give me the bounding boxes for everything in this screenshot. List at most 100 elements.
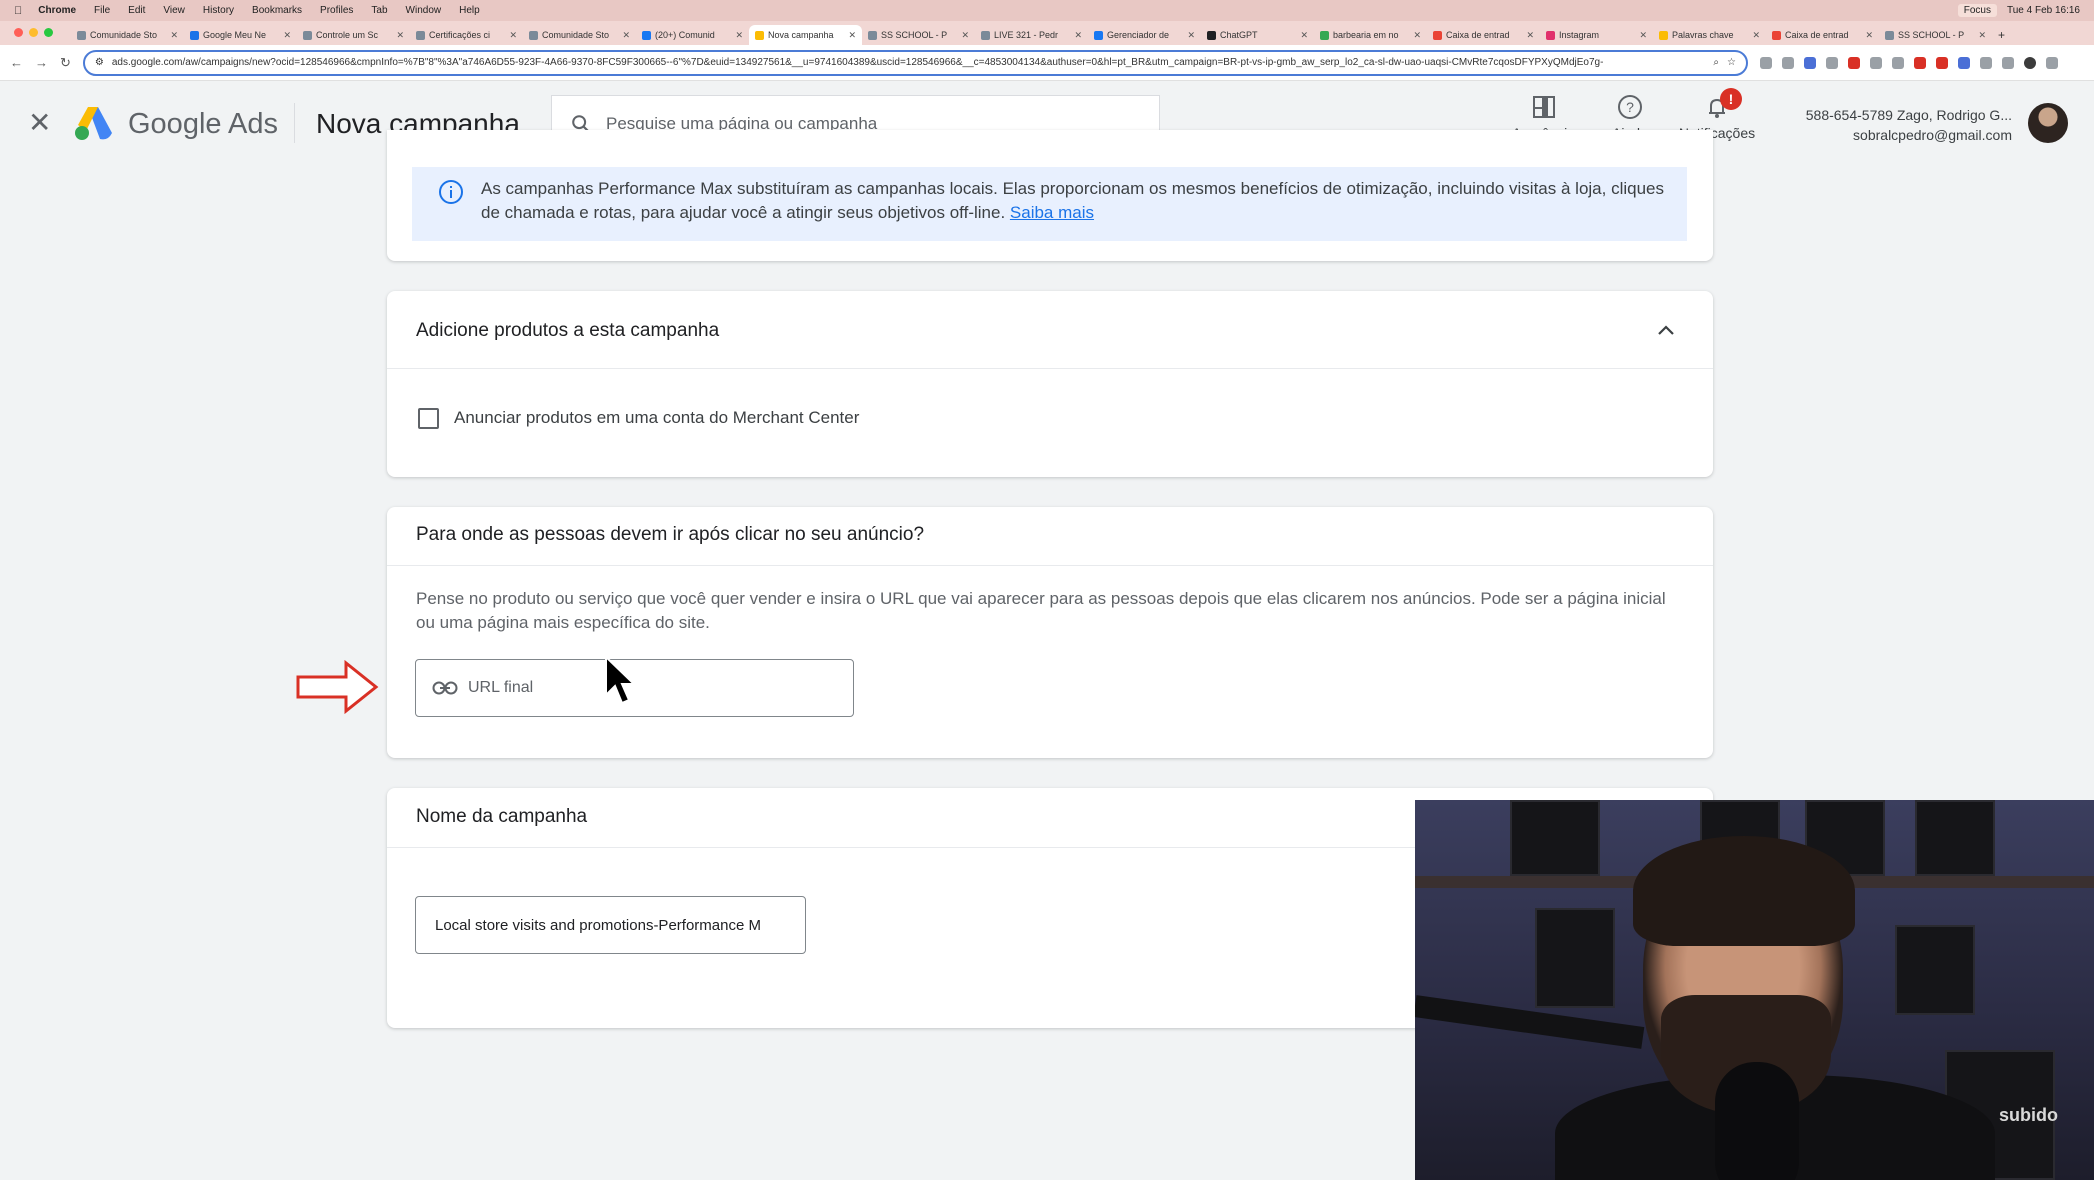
extensions-toolbar — [1759, 56, 2058, 69]
tab-close-icon[interactable]: ✕ — [1300, 30, 1308, 41]
info-icon — [439, 180, 463, 204]
menu-view[interactable]: View — [163, 5, 185, 16]
extension-icon[interactable] — [1957, 56, 1970, 69]
browser-tab[interactable]: (20+) Comunid ✕ — [636, 25, 749, 45]
zoom-icon[interactable]: ⌕ — [1713, 57, 1719, 68]
destination-title: Para onde as pessoas devem ir após clica… — [416, 524, 925, 545]
menu-chrome[interactable]: Chrome — [38, 5, 76, 16]
puzzle-icon[interactable] — [2001, 56, 2014, 69]
menu-edit[interactable]: Edit — [128, 5, 145, 16]
tab-close-icon[interactable]: ✕ — [509, 30, 517, 41]
browser-tab[interactable]: Comunidade Sto ✕ — [523, 25, 636, 45]
site-info-icon[interactable]: ⚙ — [95, 57, 104, 68]
tab-close-icon[interactable]: ✕ — [622, 30, 630, 41]
browser-tab[interactable]: Palavras chave ✕ — [1653, 25, 1766, 45]
extension-icon[interactable] — [1979, 56, 1992, 69]
menu-help[interactable]: Help — [459, 5, 480, 16]
info-text: As campanhas Performance Max substituíra… — [481, 179, 1664, 222]
reload-icon[interactable]: ↻ — [60, 55, 71, 71]
close-window-icon[interactable] — [14, 28, 23, 37]
tab-close-icon[interactable]: ✕ — [1413, 30, 1421, 41]
forward-icon[interactable]: → — [35, 55, 48, 70]
browser-tab[interactable]: SS SCHOOL - P ✕ — [862, 25, 975, 45]
tab-close-icon[interactable]: ✕ — [1074, 30, 1082, 41]
extension-icon[interactable] — [1869, 56, 1882, 69]
close-icon[interactable]: ✕ — [28, 109, 51, 137]
campaign-name-input[interactable]: Local store visits and promotions-Perfor… — [415, 896, 806, 954]
tab-strip: Comunidade Sto ✕ Google Meu Ne ✕ Controle … — [0, 21, 2094, 45]
tab-favicon-icon — [416, 30, 425, 40]
tab-close-icon[interactable]: ✕ — [170, 30, 178, 41]
merchant-center-label: Anunciar produtos em uma conta do Mercha… — [454, 408, 860, 427]
browser-tab[interactable]: Certificações ci ✕ — [410, 25, 523, 45]
microphone — [1715, 1062, 1799, 1180]
browser-tab[interactable]: Caixa de entrad ✕ — [1766, 25, 1879, 45]
chevron-up-icon[interactable] — [1655, 319, 1677, 341]
tab-favicon-icon — [642, 30, 651, 40]
merchant-center-checkbox[interactable] — [418, 408, 439, 429]
profile-icon[interactable] — [2023, 56, 2036, 69]
window-controls — [14, 28, 53, 37]
wall-frame — [1915, 800, 1995, 876]
extension-icon[interactable] — [1825, 56, 1838, 69]
browser-tab[interactable]: Caixa de entrad ✕ — [1427, 25, 1540, 45]
tab-close-icon[interactable]: ✕ — [396, 30, 404, 41]
tab-close-icon[interactable]: ✕ — [1639, 30, 1647, 41]
url-omnibox[interactable]: ⚙ ads.google.com/aw/campaigns/new?ocid=1… — [82, 49, 1748, 76]
red-arrow-icon — [296, 660, 379, 714]
tab-close-icon[interactable]: ✕ — [961, 30, 969, 41]
info-banner: As campanhas Performance Max substituíra… — [412, 167, 1687, 241]
menu-profiles[interactable]: Profiles — [320, 5, 353, 16]
extension-icon[interactable] — [1847, 56, 1860, 69]
new-tab-button[interactable]: + — [1992, 25, 2022, 45]
extension-icon[interactable] — [1913, 56, 1926, 69]
tab-close-icon[interactable]: ✕ — [283, 30, 291, 41]
extension-icon[interactable] — [1803, 56, 1816, 69]
browser-tab[interactable]: ChatGPT ✕ — [1201, 25, 1314, 45]
clock[interactable]: Tue 4 Feb 16:16 — [2007, 5, 2080, 16]
destination-description: Pense no produto ou serviço que você que… — [416, 589, 1666, 632]
account-info[interactable]: 588-654-5789 Zago, Rodrigo G... sobralcp… — [1794, 105, 2012, 145]
browser-tab[interactable]: Instagram ✕ — [1540, 25, 1653, 45]
menu-history[interactable]: History — [203, 5, 234, 16]
tab-close-icon[interactable]: ✕ — [848, 30, 856, 41]
menu-bookmarks[interactable]: Bookmarks — [252, 5, 302, 16]
tab-close-icon[interactable]: ✕ — [1187, 30, 1195, 41]
extension-icon[interactable] — [1781, 56, 1794, 69]
menu-file[interactable]: File — [94, 5, 110, 16]
learn-more-link[interactable]: Saiba mais — [1010, 203, 1094, 222]
webcam-overlay: subido — [1415, 800, 2094, 1180]
browser-tab[interactable]: SS SCHOOL - P ✕ — [1879, 25, 1992, 45]
zoom-window-icon[interactable] — [44, 28, 53, 37]
focus-indicator[interactable]: Focus — [1957, 4, 1997, 17]
minimize-window-icon[interactable] — [29, 28, 38, 37]
extension-icon[interactable] — [1891, 56, 1904, 69]
browser-tab[interactable]: LIVE 321 - Pedr ✕ — [975, 25, 1088, 45]
brand-name: Google Ads — [128, 108, 278, 140]
tab-close-icon[interactable]: ✕ — [1865, 30, 1873, 41]
bookmark-star-icon[interactable]: ☆ — [1727, 57, 1736, 68]
browser-tab[interactable]: Gerenciador de ✕ — [1088, 25, 1201, 45]
avatar[interactable] — [2028, 103, 2068, 143]
menu-window[interactable]: Window — [406, 5, 442, 16]
tab-close-icon[interactable]: ✕ — [1752, 30, 1760, 41]
tab-close-icon[interactable]: ✕ — [1526, 30, 1534, 41]
browser-tab[interactable]: Comunidade Sto ✕ — [71, 25, 184, 45]
appearance-icon — [1532, 96, 1555, 118]
browser-tab[interactable]: Controle um Sc ✕ — [297, 25, 410, 45]
info-card: As campanhas Performance Max substituíra… — [387, 130, 1713, 261]
tab-favicon-icon — [77, 30, 86, 40]
browser-tab-active[interactable]: Nova campanha ✕ — [749, 25, 862, 45]
extension-icon[interactable] — [1935, 56, 1948, 69]
person-hair — [1633, 836, 1855, 946]
tab-close-icon[interactable]: ✕ — [735, 30, 743, 41]
extension-icon[interactable] — [1759, 56, 1772, 69]
back-icon[interactable]: ← — [10, 55, 23, 70]
kebab-menu-icon[interactable] — [2045, 56, 2058, 69]
webcam-watermark: subido — [1999, 1105, 2058, 1125]
browser-tab[interactable]: Google Meu Ne ✕ — [184, 25, 297, 45]
tab-close-icon[interactable]: ✕ — [1978, 30, 1986, 41]
menu-tab[interactable]: Tab — [371, 5, 387, 16]
apple-icon[interactable]:  — [14, 5, 22, 17]
browser-tab[interactable]: barbearia em no ✕ — [1314, 25, 1427, 45]
